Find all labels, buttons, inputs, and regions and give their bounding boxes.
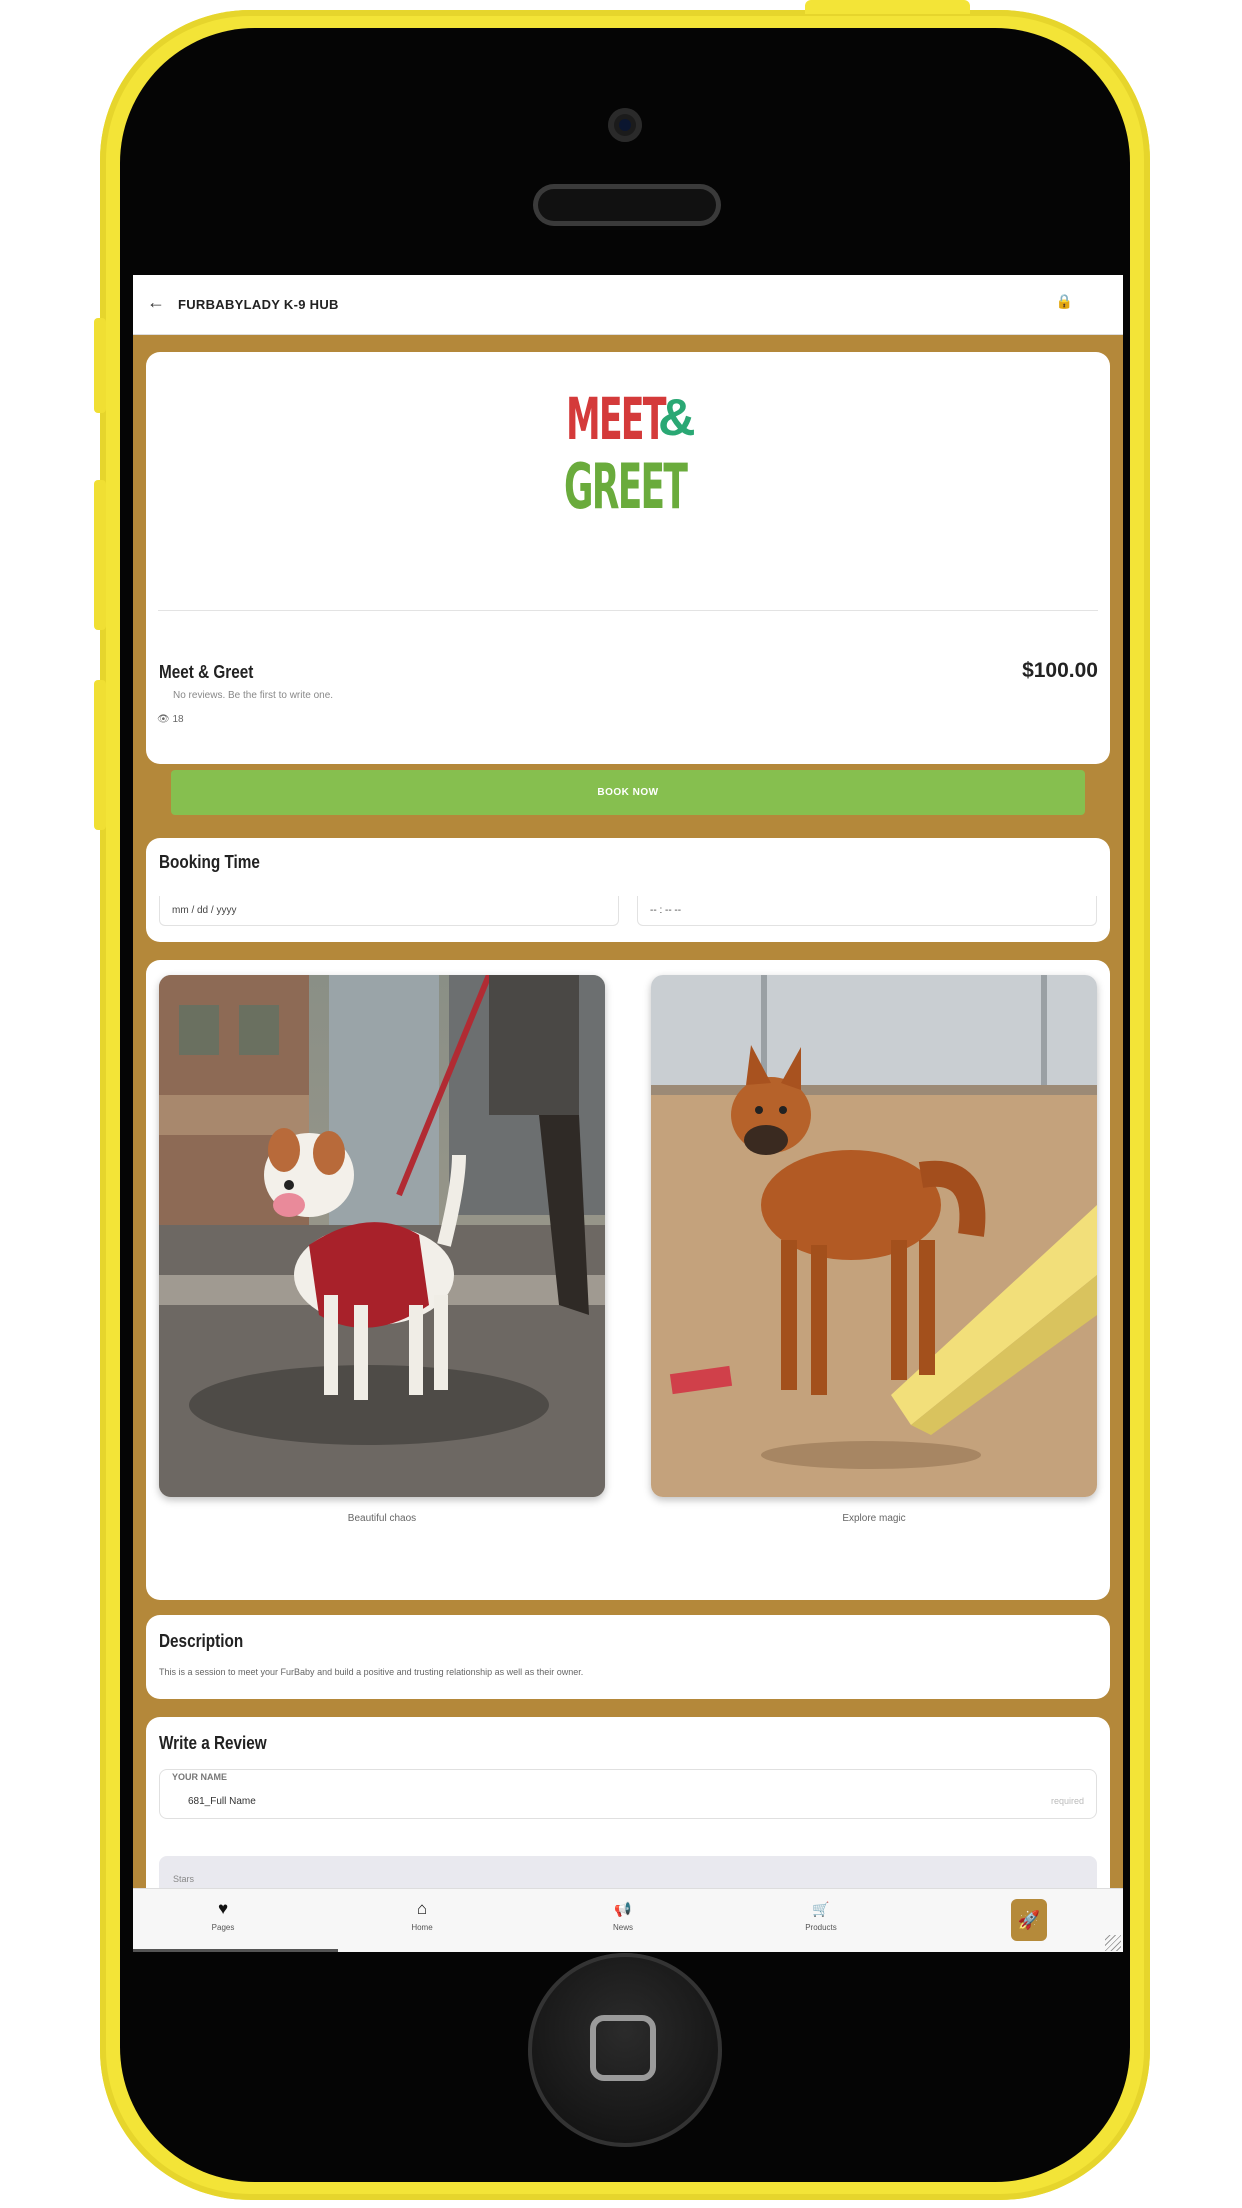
heart-icon: ♥ xyxy=(217,1899,229,1918)
divider xyxy=(158,610,1098,611)
app-screen: ← FURBABYLADY K-9 HUB 🔒 MEET & GREET Mee… xyxy=(133,275,1123,1952)
volume-down-button xyxy=(94,680,106,830)
product-card: MEET & GREET Meet & Greet $100.00 No rev… xyxy=(146,352,1110,764)
name-field[interactable]: YOUR NAME 681_Full Name required xyxy=(159,1769,1097,1819)
nav-label: News xyxy=(612,1923,633,1932)
gallery-caption: Beautiful chaos xyxy=(347,1513,417,1524)
home-button[interactable] xyxy=(528,1953,722,2147)
nav-item-pages[interactable]: ♥ Pages xyxy=(178,1897,268,1932)
description-card: Description This is a session to meet yo… xyxy=(146,1615,1110,1699)
bottom-nav: ♥ Pages ⌂ Home 📢 News 🛒 Products 🚀 xyxy=(133,1888,1123,1952)
name-field-label: YOUR NAME xyxy=(172,1772,228,1782)
book-now-button[interactable]: BOOK NOW xyxy=(171,770,1085,815)
cart-icon: 🛒 xyxy=(812,1901,830,1917)
nav-item-news[interactable]: 📢 News xyxy=(578,1897,668,1932)
power-button xyxy=(805,0,970,14)
gallery-card: Beautiful chaos Explore magic xyxy=(146,960,1110,1600)
name-required-hint: required xyxy=(1050,1796,1084,1806)
name-field-value: 681_Full Name xyxy=(188,1796,256,1807)
eye-icon: 👁 xyxy=(157,714,170,725)
nav-label: Pages xyxy=(211,1923,235,1932)
active-tab-indicator xyxy=(133,1949,338,1952)
view-count: 👁 18 xyxy=(157,714,184,725)
booking-time-title: Booking Time xyxy=(159,852,260,872)
gallery-photo-jack-russell[interactable] xyxy=(159,975,605,1497)
product-price: $100.00 xyxy=(1022,659,1098,682)
front-camera xyxy=(608,108,642,142)
description-text: This is a session to meet your FurBaby a… xyxy=(159,1667,584,1677)
lock-icon[interactable]: 🔒 xyxy=(1056,293,1073,310)
nav-item-home[interactable]: ⌂ Home xyxy=(377,1897,467,1932)
arrow-left-icon[interactable]: ← xyxy=(147,292,165,313)
megaphone-icon: 📢 xyxy=(614,1901,632,1917)
volume-up-button xyxy=(94,480,106,630)
gallery-caption: Explore magic xyxy=(842,1513,906,1524)
review-title: Write a Review xyxy=(159,1733,267,1753)
nav-item-products[interactable]: 🛒 Products xyxy=(776,1897,866,1932)
product-name: Meet & Greet xyxy=(159,662,254,682)
description-title: Description xyxy=(159,1631,244,1651)
mute-switch xyxy=(94,318,106,413)
earpiece-speaker xyxy=(533,184,721,226)
time-input[interactable]: -- : -- -- xyxy=(637,896,1097,926)
app-title: FURBABYLADY K-9 HUB xyxy=(178,297,339,312)
nav-label: Products xyxy=(805,1923,837,1932)
date-input[interactable]: mm / dd / yyyy xyxy=(159,896,619,926)
nav-label: Home xyxy=(411,1923,433,1932)
meet-greet-logo: MEET & GREET xyxy=(564,385,696,523)
reviews-note: No reviews. Be the first to write one. xyxy=(173,690,334,701)
top-bar: ← FURBABYLADY K-9 HUB 🔒 xyxy=(133,275,1123,335)
home-icon: ⌂ xyxy=(416,1899,428,1918)
booking-time-card: Booking Time mm / dd / yyyy -- : -- -- xyxy=(146,838,1110,942)
stars-label: Stars xyxy=(173,1874,195,1884)
gallery-photo-agility-dog[interactable] xyxy=(651,975,1097,1497)
rocket-icon[interactable]: 🚀 xyxy=(1011,1899,1047,1941)
resize-grip-icon[interactable] xyxy=(1105,1935,1121,1951)
